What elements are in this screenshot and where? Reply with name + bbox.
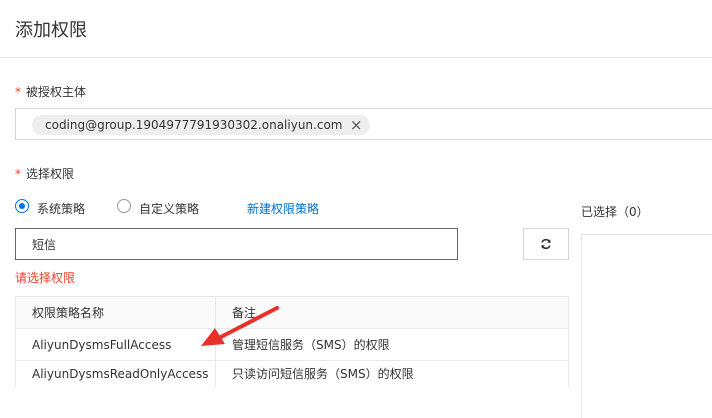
principal-label-text: 被授权主体: [26, 85, 87, 99]
column-header-policy-name: 权限策略名称: [15, 296, 216, 329]
policy-name-cell[interactable]: AliyunDysmsFullAccess: [15, 328, 216, 361]
permission-label: * 选择权限: [15, 165, 74, 182]
policy-table: 权限策略名称 备注 AliyunDysmsFullAccess 管理短信服务（S…: [15, 296, 569, 387]
radio-system-policy-label[interactable]: 系统策略: [37, 200, 85, 217]
principal-tag: coding@group.1904977791930302.onaliyun.c…: [32, 115, 371, 135]
principal-field[interactable]: coding@group.1904977791930302.onaliyun.c…: [15, 108, 712, 140]
new-policy-link[interactable]: 新建权限策略: [247, 200, 319, 217]
principal-label: * 被授权主体: [15, 83, 86, 100]
required-mark: *: [15, 167, 21, 181]
radio-custom-policy-label[interactable]: 自定义策略: [139, 200, 199, 217]
policy-name-cell[interactable]: AliyunDysmsReadOnlyAccess: [15, 360, 216, 387]
page-header: 添加权限: [0, 0, 712, 58]
page-title: 添加权限: [15, 20, 87, 41]
radio-system-policy[interactable]: [15, 199, 29, 213]
permission-error: 请选择权限: [15, 271, 76, 285]
principal-tag-text: coding@group.1904977791930302.onaliyun.c…: [45, 118, 343, 132]
refresh-button[interactable]: [523, 228, 569, 260]
annotation-arrow-icon: [201, 306, 279, 346]
table-row[interactable]: AliyunDysmsReadOnlyAccess 只读访问短信服务（SMS）的…: [15, 360, 569, 387]
selected-list-panel: [581, 234, 712, 418]
permission-label-text: 选择权限: [26, 167, 75, 181]
selected-title: 已选择（0）: [581, 205, 649, 219]
policy-search-input[interactable]: [15, 228, 458, 260]
radio-custom-policy[interactable]: [117, 199, 131, 213]
table-header-row: 权限策略名称 备注: [15, 296, 569, 329]
refresh-icon: [541, 238, 551, 250]
policy-remark-cell: 只读访问短信服务（SMS）的权限: [215, 360, 569, 387]
close-icon[interactable]: ×: [350, 115, 363, 135]
required-mark: *: [15, 85, 21, 99]
table-row[interactable]: AliyunDysmsFullAccess 管理短信服务（SMS）的权限: [15, 328, 569, 361]
